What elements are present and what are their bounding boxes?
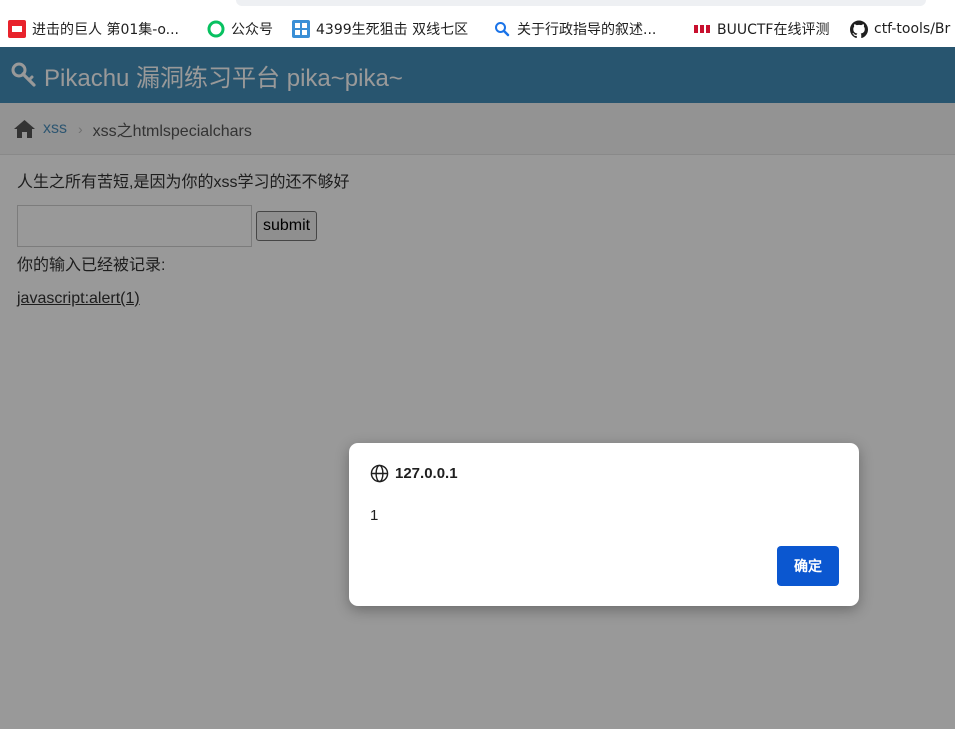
bookmark-wechat[interactable]: 公众号 (207, 18, 273, 40)
globe-icon (370, 464, 389, 483)
modal-backdrop (0, 47, 955, 729)
bookmark-search[interactable]: 关于行政指导的叙述... (493, 18, 656, 40)
iqiyi-icon (8, 20, 26, 38)
bookmark-label: 4399生死狙击 双线七区 (316, 22, 469, 38)
wechat-icon (207, 20, 225, 38)
buuctf-icon (693, 20, 711, 38)
search-icon (493, 20, 511, 38)
bookmark-label: 公众号 (231, 22, 273, 38)
bookmark-label: 关于行政指导的叙述... (517, 22, 657, 38)
bookmarks-bar: 进击的巨人 第01集-o... 公众号 4399生死狙击 双线七区 关于行政指导… (0, 0, 955, 47)
bookmark-label: BUUCTF在线评测 (717, 22, 830, 38)
bookmark-label: 进击的巨人 第01集-o... (32, 22, 179, 38)
bookmark-iqiyi[interactable]: 进击的巨人 第01集-o... (8, 18, 179, 40)
github-icon (850, 20, 868, 38)
bookmark-github[interactable]: ctf-tools/Br (850, 18, 950, 40)
ok-button[interactable]: 确定 (777, 546, 839, 586)
dialog-message: 1 (370, 507, 379, 524)
dialog-origin: 127.0.0.1 (395, 465, 458, 482)
bookmark-label: ctf-tools/Br (874, 21, 951, 37)
bookmark-buuctf[interactable]: BUUCTF在线评测 (693, 18, 829, 40)
4399-icon (292, 20, 310, 38)
address-bar-edge (236, 0, 926, 6)
bookmark-4399[interactable]: 4399生死狙击 双线七区 (292, 18, 468, 40)
alert-dialog: 127.0.0.1 1 确定 (349, 443, 859, 606)
dialog-title: 127.0.0.1 (370, 464, 458, 483)
